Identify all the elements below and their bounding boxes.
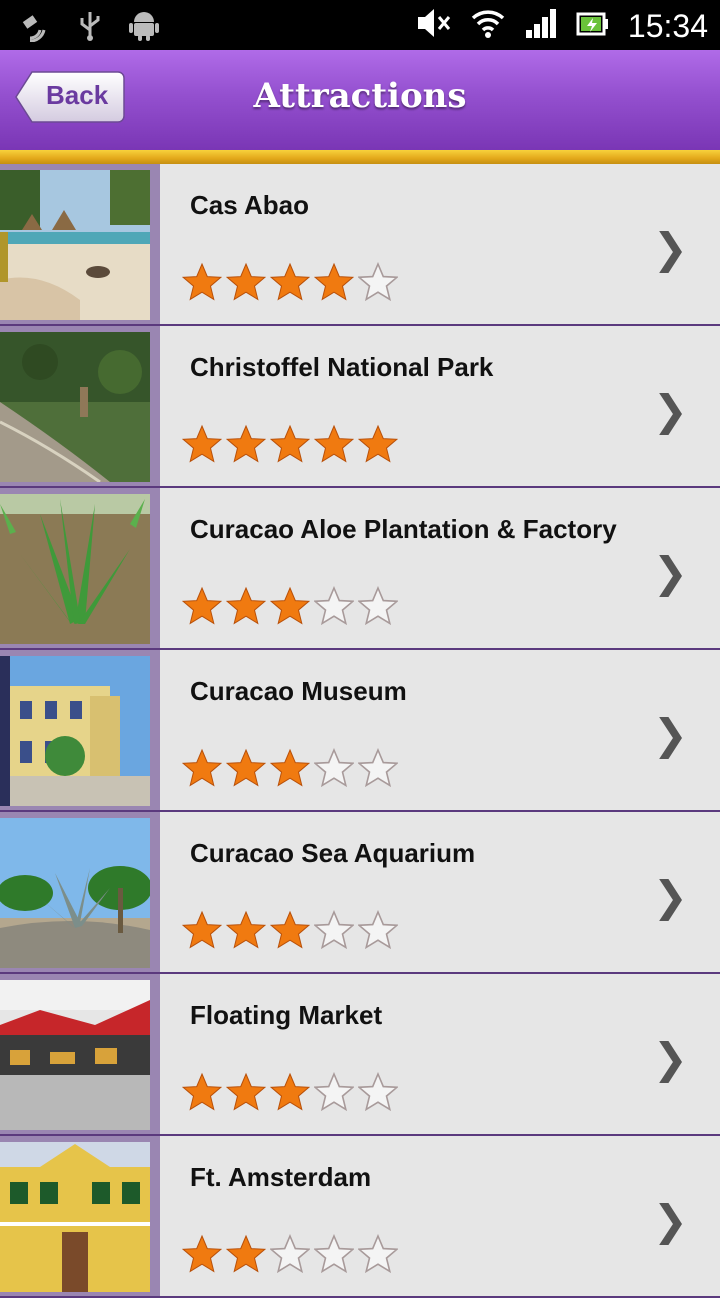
star-filled-icon — [182, 586, 222, 625]
star-empty-icon — [314, 1072, 354, 1112]
item-title: Christoffel National Park — [190, 352, 494, 382]
item-title: Curacao Museum — [190, 676, 407, 706]
wifi-icon — [470, 6, 506, 45]
list-item[interactable]: Cas Abao ❯ — [0, 164, 720, 326]
star-empty-icon — [314, 910, 354, 950]
star-filled-icon — [182, 262, 222, 301]
list-item[interactable]: Floating Market ❯ — [0, 974, 720, 1136]
star-empty-icon — [358, 262, 398, 302]
market-stalls-photo — [0, 980, 150, 1130]
star-rating — [182, 424, 398, 464]
clock: 15:34 — [627, 7, 708, 44]
thumbnail-frame — [0, 488, 160, 648]
thumbnail-frame — [0, 974, 160, 1134]
page-title: Attractions — [253, 76, 467, 116]
palm-trees-photo — [0, 818, 150, 968]
star-rating — [182, 748, 398, 788]
android-icon — [128, 8, 160, 47]
park-trail-photo — [0, 332, 150, 482]
star-filled-icon — [226, 1234, 266, 1273]
star-filled-icon — [270, 586, 310, 625]
chevron-right-icon: ❯ — [652, 1196, 688, 1245]
star-filled-icon — [270, 262, 310, 301]
list-item[interactable]: Ft. Amsterdam ❯ — [0, 1136, 720, 1298]
star-empty-icon — [358, 910, 398, 950]
star-filled-icon — [270, 748, 310, 787]
star-empty-icon — [314, 748, 354, 788]
star-empty-icon — [358, 1072, 398, 1112]
star-empty-icon — [358, 586, 398, 626]
star-rating — [182, 262, 398, 302]
star-filled-icon — [358, 424, 398, 463]
star-filled-icon — [226, 1072, 266, 1111]
star-filled-icon — [270, 1072, 310, 1111]
thumbnail-frame — [0, 812, 160, 972]
gps-icon — [18, 8, 52, 47]
star-filled-icon — [226, 586, 266, 625]
star-filled-icon — [314, 424, 354, 463]
star-rating — [182, 586, 398, 626]
list-item[interactable]: Curacao Aloe Plantation & Factory ❯ — [0, 488, 720, 650]
list-item[interactable]: Christoffel National Park ❯ — [0, 326, 720, 488]
star-filled-icon — [226, 910, 266, 949]
chevron-right-icon: ❯ — [652, 1034, 688, 1083]
star-filled-icon — [182, 910, 222, 949]
star-filled-icon — [182, 424, 222, 463]
star-filled-icon — [270, 424, 310, 463]
usb-icon — [78, 8, 102, 47]
star-empty-icon — [358, 748, 398, 788]
thumbnail-frame — [0, 164, 160, 324]
item-title: Curacao Sea Aquarium — [190, 838, 476, 868]
status-bar: 15:34 — [0, 0, 720, 50]
item-title: Cas Abao — [190, 190, 309, 220]
star-filled-icon — [182, 1072, 222, 1111]
beach-photo — [0, 170, 150, 320]
star-filled-icon — [182, 748, 222, 787]
chevron-right-icon: ❯ — [652, 710, 688, 759]
star-rating — [182, 1072, 398, 1112]
museum-building-photo — [0, 656, 150, 806]
star-empty-icon — [270, 1234, 310, 1274]
star-empty-icon — [314, 1234, 354, 1274]
aloe-field-photo — [0, 494, 150, 644]
star-filled-icon — [270, 910, 310, 949]
star-filled-icon — [226, 748, 266, 787]
header-accent-stripe — [0, 150, 720, 164]
star-empty-icon — [358, 1234, 398, 1274]
item-title: Floating Market — [190, 1000, 383, 1030]
battery-icon — [576, 6, 610, 45]
signal-icon — [524, 6, 558, 45]
chevron-right-icon: ❯ — [652, 386, 688, 435]
star-rating — [182, 1234, 398, 1274]
star-empty-icon — [314, 586, 354, 626]
thumbnail-frame — [0, 326, 160, 486]
attractions-list: Cas Abao ❯ Christoffel National Park ❯ C… — [0, 164, 720, 1298]
chevron-right-icon: ❯ — [652, 548, 688, 597]
chevron-right-icon: ❯ — [652, 872, 688, 921]
mute-icon — [416, 6, 452, 45]
star-filled-icon — [226, 262, 266, 301]
fort-building-photo — [0, 1142, 150, 1292]
chevron-right-icon: ❯ — [652, 224, 688, 273]
item-title: Curacao Aloe Plantation & Factory — [190, 514, 617, 544]
list-item[interactable]: Curacao Museum ❯ — [0, 650, 720, 812]
navigation-bar: Back Attractions — [0, 50, 720, 150]
list-item[interactable]: Curacao Sea Aquarium ❯ — [0, 812, 720, 974]
star-filled-icon — [226, 424, 266, 463]
thumbnail-frame — [0, 650, 160, 810]
star-filled-icon — [314, 262, 354, 301]
item-title: Ft. Amsterdam — [190, 1162, 372, 1192]
star-rating — [182, 910, 398, 950]
thumbnail-frame — [0, 1136, 160, 1296]
star-filled-icon — [182, 1234, 222, 1273]
